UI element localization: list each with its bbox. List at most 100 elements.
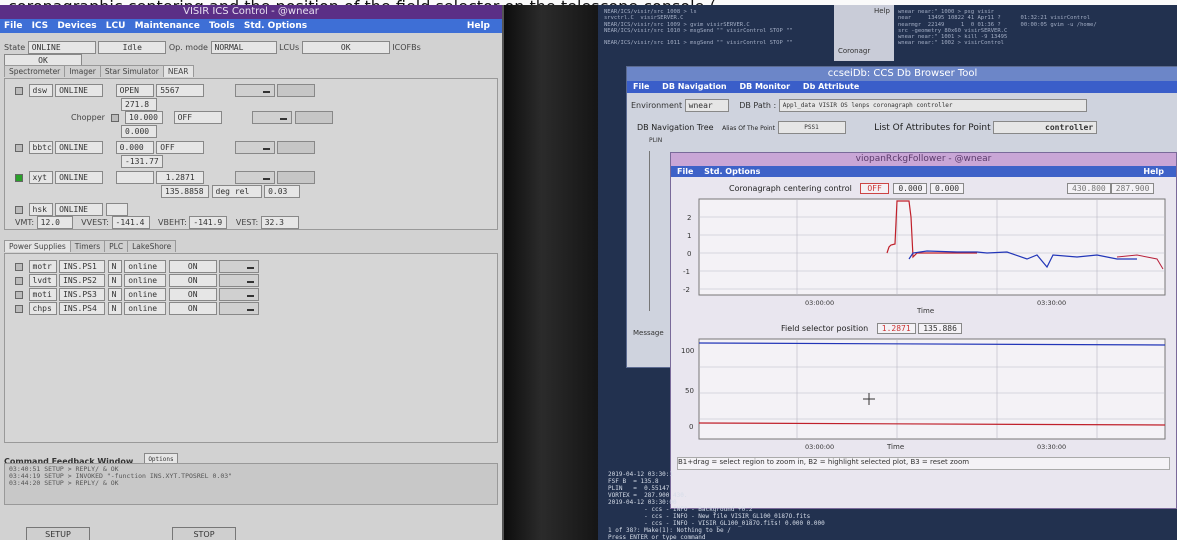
centering-readout-2: 287.900	[1110, 183, 1155, 194]
tab-lakeshore[interactable]: LakeShore	[127, 240, 177, 252]
feedback-log[interactable]: 03:40:51 SETUP > REPLY/ & OK 03:44:19 SE…	[4, 463, 498, 505]
bbtc-input[interactable]	[277, 141, 316, 154]
xyt-value: 1.2871	[156, 171, 205, 184]
menu-help[interactable]: Help	[467, 19, 490, 33]
menu-std-options[interactable]: Std. Options	[244, 21, 307, 31]
power-dropdown[interactable]	[219, 260, 260, 273]
xyt-input[interactable]	[277, 171, 316, 184]
hsk-blank	[105, 203, 128, 216]
centering-plot[interactable]: 2 1 0 -1 -2 03:00:00 03:30:00 Time	[677, 197, 1171, 315]
power-state: ON	[168, 274, 217, 287]
y-tick: -2	[683, 286, 690, 294]
xyt-value2: 135.8858	[161, 185, 209, 198]
follower-menu-std-options[interactable]: Std. Options	[704, 167, 760, 176]
power-state: ON	[168, 288, 217, 301]
menu-bar: File ICS Devices LCU Maintenance Tools S…	[0, 19, 502, 33]
state-value: ONLINE	[27, 41, 96, 54]
tab-spectrometer[interactable]: Spectrometer	[4, 65, 66, 77]
power-state: ON	[168, 302, 217, 315]
xyt-unit-select[interactable]: deg rel	[211, 185, 262, 198]
power-led	[15, 290, 23, 299]
bbtc-state: OFF	[156, 141, 205, 154]
dsw-status: ONLINE	[55, 84, 104, 97]
plin-label: PLIN	[649, 137, 663, 144]
tab-near[interactable]: NEAR	[162, 65, 194, 77]
field-selector-value-1: 1.2871	[876, 323, 916, 334]
coronagraph-launcher[interactable]: Help Coronagr	[834, 5, 894, 61]
command-feedback-window: Command Feedback Window Options 03:40:51…	[4, 449, 498, 519]
y-tick: 100	[681, 347, 694, 355]
power-dropdown[interactable]	[219, 302, 260, 315]
power-panel: motr INS.PS1 N online ON lvdt INS.PS2 N …	[4, 253, 498, 443]
opmode-label: Op. mode	[168, 43, 208, 52]
xyt-status: ONLINE	[55, 171, 104, 184]
environment-select[interactable]: wnear	[684, 99, 729, 112]
dsw-dropdown[interactable]	[234, 84, 275, 97]
dsw-value: 5567	[156, 84, 205, 97]
bbtc-dropdown[interactable]	[234, 141, 275, 154]
monitor-gap	[504, 5, 598, 540]
setup-button[interactable]: SETUP	[26, 527, 90, 540]
launcher-label: Coronagr	[838, 47, 871, 55]
hsk-values-row: VMT: 12.0 VVEST: -141.4 VBEHT: -141.9 VE…	[15, 216, 299, 229]
db-menu-attribute[interactable]: Db Attribute	[803, 82, 859, 91]
terminal-right: wnear near:" 1000 > psg visir near 13495…	[898, 9, 1097, 47]
menu-ics[interactable]: ICS	[32, 21, 49, 31]
zoom-hint: B1+drag = select region to zoom in, B2 =…	[677, 457, 1170, 470]
db-path-label: DB Path :	[739, 101, 777, 110]
chopper-state: OFF	[173, 111, 222, 124]
power-state: ON	[168, 260, 217, 273]
menu-devices[interactable]: Devices	[57, 21, 96, 31]
alias-input[interactable]: PSS1	[777, 121, 846, 134]
dsw-input[interactable]	[277, 84, 316, 97]
tab-star-simulator[interactable]: Star Simulator	[99, 65, 164, 77]
log-line: 03:44:20 SETUP > REPLY/ & OK	[9, 479, 119, 487]
follower-menu-bar: File Std. Options Help	[671, 166, 1176, 177]
y-tick: 0	[687, 250, 691, 258]
centering-state: OFF	[860, 183, 889, 194]
tab-imager[interactable]: Imager	[64, 65, 101, 77]
power-name: lvdt	[28, 274, 57, 287]
tab-power-supplies[interactable]: Power Supplies	[4, 240, 71, 252]
power-dev: INS.PS3	[59, 288, 106, 301]
chopper-input[interactable]	[294, 111, 333, 124]
xyt-step-input[interactable]: 0.03	[264, 185, 301, 198]
power-dropdown[interactable]	[219, 288, 260, 301]
db-path-input[interactable]: Appl_data VISIR OS lenps coronagraph con…	[778, 99, 1087, 112]
db-menu-file[interactable]: File	[633, 82, 649, 91]
centering-value-1: 0.000	[893, 183, 928, 194]
field-selector-plot-title: Field selector position	[781, 324, 869, 333]
attributes-point-input[interactable]: controller	[993, 121, 1098, 134]
xyt-dropdown[interactable]	[234, 171, 275, 184]
db-menu-navigation[interactable]: DB Navigation	[662, 82, 726, 91]
dsw-name: dsw	[28, 84, 53, 97]
bbtc-name: bbtc	[28, 141, 53, 154]
follower-menu-help[interactable]: Help	[1143, 166, 1164, 177]
stop-button[interactable]: STOP	[172, 527, 236, 540]
menu-file[interactable]: File	[4, 21, 22, 31]
menu-lcu[interactable]: LCU	[106, 21, 126, 31]
power-dev: INS.PS4	[59, 302, 106, 315]
vest-label: VEST:	[235, 218, 259, 227]
db-menu-monitor[interactable]: DB Monitor	[739, 82, 790, 91]
menu-tools[interactable]: Tools	[209, 21, 235, 31]
dsw-led	[15, 86, 23, 95]
power-name: moti	[28, 288, 57, 301]
launcher-help[interactable]: Help	[874, 7, 890, 15]
alias-label: Alias Of The Point	[722, 125, 775, 132]
menu-maintenance[interactable]: Maintenance	[135, 21, 200, 31]
power-row: chps INS.PS4 N online ON	[15, 302, 260, 315]
xyt-name: xyt	[28, 171, 53, 184]
follower-menu-file[interactable]: File	[677, 167, 693, 176]
field-selector-plot[interactable]: 100 50 0 03:00:00 03:30:00 Time	[677, 337, 1171, 457]
power-dropdown[interactable]	[219, 274, 260, 287]
vmt-value: 12.0	[36, 216, 73, 229]
chopper-dropdown[interactable]	[252, 111, 293, 124]
chopper-sub: 0.000	[121, 125, 157, 138]
field-selector-value-2: 135.886	[918, 323, 962, 334]
tab-timers[interactable]: Timers	[69, 240, 106, 252]
power-status: online	[124, 260, 167, 273]
chopper-label: Chopper	[71, 113, 105, 122]
tab-plc[interactable]: PLC	[104, 240, 129, 252]
power-dev: INS.PS1	[59, 260, 106, 273]
